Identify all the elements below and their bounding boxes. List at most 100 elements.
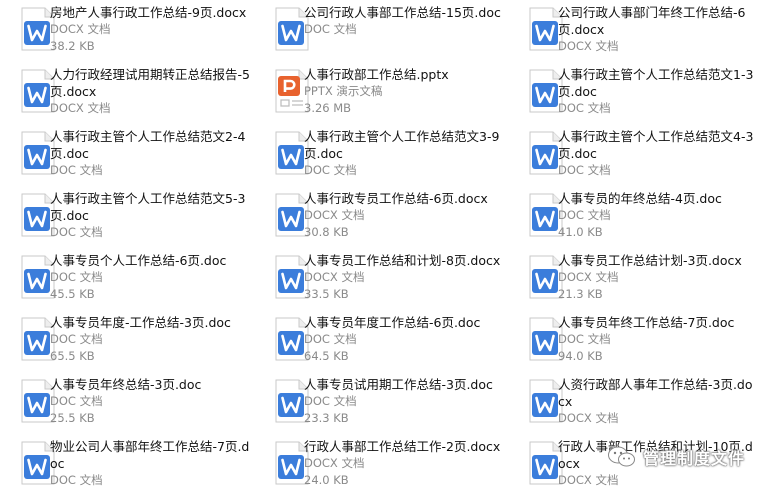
file-name: 人事行政主管个人工作总结范文2-4页.doc [50, 129, 246, 161]
file-text: 人事专员试用期工作总结-3页.doc DOC 文档 23.3 KB [304, 376, 504, 427]
file-text: 物业公司人事部年终工作总结-7页.doc DOC 文档 [50, 438, 250, 489]
file-type: DOCX 文档 [304, 208, 365, 222]
file-text: 人事专员工作总结计划-3页.docx DOCX 文档 21.3 KB [558, 252, 758, 303]
file-item[interactable]: 人事专员个人工作总结-6页.doc DOC 文档 45.5 KB [0, 252, 250, 310]
file-text: 人事专员年度-工作总结-3页.doc DOC 文档 65.5 KB [50, 314, 250, 365]
file-item[interactable]: 人事行政主管个人工作总结范文1-3页.doc DOC 文档 [508, 66, 758, 124]
file-text: 人事行政专员工作总结-6页.docx DOCX 文档 30.8 KB [304, 190, 504, 241]
watermark: 管理制度文件 [607, 443, 745, 471]
file-type: PPTX 演示文稿 [304, 84, 383, 98]
file-type: DOC 文档 [50, 332, 103, 346]
file-text: 公司行政人事部门年终工作总结-6页.docx DOCX 文档 [558, 4, 758, 55]
file-text: 人事行政主管个人工作总结范文5-3页.doc DOC 文档 [50, 190, 250, 241]
file-size: 33.5 KB [304, 287, 349, 301]
file-name: 人事专员工作总结和计划-8页.docx [304, 253, 501, 268]
file-name: 人力行政经理试用期转正总结报告-5页.docx [50, 67, 250, 99]
file-size: 24.0 KB [304, 473, 349, 487]
file-type: DOC 文档 [304, 22, 357, 36]
file-name: 人事专员年度-工作总结-3页.doc [50, 315, 231, 330]
file-type: DOCX 文档 [50, 101, 111, 115]
file-size: 3.26 MB [304, 101, 352, 115]
file-text: 人事行政部工作总结.pptx PPTX 演示文稿 3.26 MB [304, 66, 504, 117]
file-size: 21.3 KB [558, 287, 603, 301]
file-item[interactable]: 人事行政主管个人工作总结范文5-3页.doc DOC 文档 [0, 190, 250, 248]
file-name: 公司行政人事部工作总结-15页.doc [304, 5, 501, 20]
file-type: DOC 文档 [50, 473, 103, 487]
file-text: 人事行政主管个人工作总结范文2-4页.doc DOC 文档 [50, 128, 250, 179]
file-item[interactable]: 人事行政专员工作总结-6页.docx DOCX 文档 30.8 KB [254, 190, 504, 248]
file-item[interactable]: 人事专员工作总结和计划-8页.docx DOCX 文档 33.5 KB [254, 252, 504, 310]
file-size: 45.5 KB [50, 287, 95, 301]
watermark-text: 管理制度文件 [642, 449, 745, 468]
file-item[interactable]: 公司行政人事部门年终工作总结-6页.docx DOCX 文档 [508, 4, 758, 62]
file-type: DOC 文档 [558, 101, 611, 115]
file-text: 人事行政主管个人工作总结范文1-3页.doc DOC 文档 [558, 66, 758, 117]
file-item[interactable]: 人事行政主管个人工作总结范文3-9页.doc DOC 文档 [254, 128, 504, 186]
file-name: 人事行政部工作总结.pptx [304, 67, 449, 82]
file-item[interactable]: 物业公司人事部年终工作总结-7页.doc DOC 文档 [0, 438, 250, 496]
file-item[interactable]: 人事行政主管个人工作总结范文2-4页.doc DOC 文档 [0, 128, 250, 186]
file-item[interactable]: 人事行政主管个人工作总结范文4-3页.doc DOC 文档 [508, 128, 758, 186]
file-name: 房地产人事行政工作总结-9页.docx [50, 5, 247, 20]
file-text: 公司行政人事部工作总结-15页.doc DOC 文档 [304, 4, 504, 38]
file-text: 人事行政主管个人工作总结范文3-9页.doc DOC 文档 [304, 128, 504, 179]
file-item[interactable]: 行政人事部工作总结工作-2页.docx DOCX 文档 24.0 KB [254, 438, 504, 496]
file-item[interactable]: 公司行政人事部工作总结-15页.doc DOC 文档 [254, 4, 504, 62]
file-text: 人事专员的年终总结-4页.doc DOC 文档 41.0 KB [558, 190, 758, 241]
file-type: DOC 文档 [50, 270, 103, 284]
file-name: 人事专员试用期工作总结-3页.doc [304, 377, 493, 392]
file-size: 65.5 KB [50, 349, 95, 363]
file-name: 人事专员年终总结-3页.doc [50, 377, 202, 392]
file-text: 人事专员年终工作总结-7页.doc DOC 文档 94.0 KB [558, 314, 758, 365]
file-name: 人事行政主管个人工作总结范文5-3页.doc [50, 191, 246, 223]
file-type: DOCX 文档 [558, 270, 619, 284]
file-text: 人事专员个人工作总结-6页.doc DOC 文档 45.5 KB [50, 252, 250, 303]
file-size: 23.3 KB [304, 411, 349, 425]
file-name: 人事专员工作总结计划-3页.docx [558, 253, 742, 268]
file-type: DOC 文档 [50, 163, 103, 177]
file-type: DOC 文档 [558, 163, 611, 177]
file-size: 64.5 KB [304, 349, 349, 363]
file-name: 人事专员年度工作总结-6页.doc [304, 315, 481, 330]
file-item[interactable]: 房地产人事行政工作总结-9页.docx DOCX 文档 38.2 KB [0, 4, 250, 62]
file-item[interactable]: 人事专员的年终总结-4页.doc DOC 文档 41.0 KB [508, 190, 758, 248]
file-text: 人资行政部人事年工作总结-3页.docx DOCX 文档 [558, 376, 758, 427]
file-name: 人事行政主管个人工作总结范文4-3页.doc [558, 129, 754, 161]
file-item[interactable]: 人事行政部工作总结.pptx PPTX 演示文稿 3.26 MB [254, 66, 504, 124]
file-name: 物业公司人事部年终工作总结-7页.doc [50, 439, 250, 471]
file-type: DOC 文档 [304, 163, 357, 177]
file-name: 人事行政主管个人工作总结范文1-3页.doc [558, 67, 754, 99]
file-item[interactable]: 人事专员年终总结-3页.doc DOC 文档 25.5 KB [0, 376, 250, 434]
file-type: DOC 文档 [304, 394, 357, 408]
file-item[interactable]: 人事专员年度工作总结-6页.doc DOC 文档 64.5 KB [254, 314, 504, 372]
file-name: 人事专员个人工作总结-6页.doc [50, 253, 227, 268]
file-type: DOCX 文档 [304, 456, 365, 470]
file-text: 人事专员工作总结和计划-8页.docx DOCX 文档 33.5 KB [304, 252, 504, 303]
file-text: 人事专员年度工作总结-6页.doc DOC 文档 64.5 KB [304, 314, 504, 365]
file-item[interactable]: 人事专员工作总结计划-3页.docx DOCX 文档 21.3 KB [508, 252, 758, 310]
file-item[interactable]: 人资行政部人事年工作总结-3页.docx DOCX 文档 [508, 376, 758, 434]
file-text: 人事行政主管个人工作总结范文4-3页.doc DOC 文档 [558, 128, 758, 179]
file-text: 行政人事部工作总结工作-2页.docx DOCX 文档 24.0 KB [304, 438, 504, 489]
file-item[interactable]: 人事专员年度-工作总结-3页.doc DOC 文档 65.5 KB [0, 314, 250, 372]
file-type: DOC 文档 [304, 332, 357, 346]
file-type: DOCX 文档 [558, 473, 619, 487]
file-type: DOCX 文档 [558, 39, 619, 53]
file-item[interactable]: 人力行政经理试用期转正总结报告-5页.docx DOCX 文档 [0, 66, 250, 124]
wechat-icon [607, 446, 635, 467]
file-item[interactable]: 人事专员试用期工作总结-3页.doc DOC 文档 23.3 KB [254, 376, 504, 434]
file-text: 人力行政经理试用期转正总结报告-5页.docx DOCX 文档 [50, 66, 250, 117]
file-size: 30.8 KB [304, 225, 349, 239]
file-size: 41.0 KB [558, 225, 603, 239]
file-size: 38.2 KB [50, 39, 95, 53]
file-item[interactable]: 人事专员年终工作总结-7页.doc DOC 文档 94.0 KB [508, 314, 758, 372]
file-size: 94.0 KB [558, 349, 603, 363]
file-type: DOCX 文档 [304, 270, 365, 284]
file-type: DOC 文档 [50, 225, 103, 239]
file-type: DOC 文档 [50, 394, 103, 408]
file-name: 人事专员年终工作总结-7页.doc [558, 315, 735, 330]
file-name: 人资行政部人事年工作总结-3页.docx [558, 377, 753, 409]
file-type: DOC 文档 [558, 332, 611, 346]
file-name: 行政人事部工作总结工作-2页.docx [304, 439, 501, 454]
file-grid: 房地产人事行政工作总结-9页.docx DOCX 文档 38.2 KB 公司行政人事部… [0, 0, 767, 489]
